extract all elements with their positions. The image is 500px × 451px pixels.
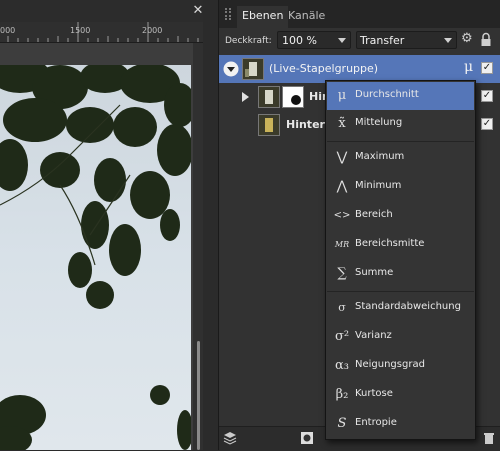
layer-options-row: Deckkraft: 100 % Transfer ⚙ — [219, 28, 500, 54]
menu-item-label: Standardabweichung — [355, 301, 461, 312]
panel-grip-icon[interactable] — [225, 8, 231, 20]
layer-row-live-stack-group[interactable]: (Live-Stapelgruppe) μ ✓ — [219, 55, 500, 83]
menu-separator — [327, 291, 474, 292]
median-icon: x̃ — [338, 116, 346, 131]
horizontal-ruler: 000 1500 2000 — [0, 22, 203, 43]
expand-arrow-icon[interactable] — [242, 92, 249, 102]
mid-range-icon: MR — [334, 240, 350, 249]
menu-item-mittelung[interactable]: x̃ Mittelung — [327, 110, 474, 138]
menu-item-entropie[interactable]: S Entropie — [327, 410, 474, 438]
menu-item-label: Bereichsmitte — [355, 238, 425, 249]
menu-separator — [327, 141, 474, 142]
opacity-field[interactable]: 100 % — [277, 31, 351, 49]
layers-stack-icon[interactable] — [223, 431, 237, 448]
menu-item-durchschnitt[interactable]: μ Durchschnitt — [327, 82, 474, 110]
stack-operator-menu: μ Durchschnitt x̃ Mittelung ⋁ Maximum ⋀ … — [325, 80, 476, 440]
collapse-toggle-icon[interactable] — [223, 61, 239, 77]
minimum-icon: ⋀ — [336, 179, 348, 194]
ruler-label-0: 000 — [0, 26, 16, 35]
add-mask-icon[interactable] — [301, 432, 313, 447]
menu-item-kurtose[interactable]: β₂ Kurtose — [327, 381, 474, 409]
menu-item-label: Bereich — [355, 209, 393, 220]
lock-icon[interactable] — [479, 32, 493, 48]
gear-icon[interactable]: ⚙ — [461, 32, 475, 46]
menu-item-bereichsmitte[interactable]: MR Bereichsmitte — [327, 231, 474, 259]
menu-item-label: Entropie — [355, 417, 397, 428]
layer-thumbnail — [242, 58, 264, 80]
entropy-icon: S — [337, 416, 347, 431]
tab-kanaele[interactable]: Kanäle — [283, 6, 330, 28]
layer-visibility-checkbox[interactable]: ✓ — [481, 62, 493, 74]
layer-thumbnail — [258, 114, 280, 136]
ruler-label-1500: 1500 — [70, 26, 91, 35]
blend-mode-value: Transfer — [360, 34, 405, 47]
menu-item-minimum[interactable]: ⋀ Minimum — [327, 173, 474, 201]
menu-item-maximum[interactable]: ⋁ Maximum — [327, 144, 474, 172]
layer-visibility-checkbox[interactable]: ✓ — [481, 118, 493, 130]
trash-icon[interactable] — [483, 431, 495, 448]
canvas-area[interactable]: ✕ 000 1500 2000 — [0, 0, 203, 450]
blend-mode-select[interactable]: Transfer — [356, 31, 457, 49]
chevron-down-icon[interactable] — [444, 38, 452, 43]
menu-item-bereich[interactable]: <> Bereich — [327, 202, 474, 230]
panel-tab-bar: Ebenen Kanäle — [219, 0, 500, 28]
variance-icon: σ² — [334, 329, 350, 344]
menu-item-label: Kurtose — [355, 388, 393, 399]
mu-icon: μ — [337, 88, 347, 103]
kurtosis-icon: β₂ — [335, 387, 349, 402]
menu-item-varianz[interactable]: σ² Varianz — [327, 323, 474, 351]
layer-mask-thumbnail — [282, 86, 304, 108]
menu-item-summe[interactable]: ∑ Summe — [327, 260, 474, 288]
opacity-label: Deckkraft: — [225, 36, 272, 46]
opacity-value: 100 % — [282, 34, 317, 47]
document-tab-strip: ✕ — [0, 0, 203, 22]
menu-item-label: Varianz — [355, 330, 392, 341]
tree-foliage-image — [0, 65, 191, 450]
ruler-label-2000: 2000 — [142, 26, 163, 35]
sum-icon: ∑ — [337, 266, 347, 281]
sigma-icon: σ — [338, 301, 346, 314]
menu-item-label: Summe — [355, 267, 394, 278]
close-document-icon[interactable]: ✕ — [190, 3, 206, 19]
skewness-icon: α₃ — [335, 358, 349, 373]
menu-item-label: Neigungsgrad — [355, 359, 425, 370]
layer-name: (Live-Stapelgruppe) — [269, 62, 379, 75]
ruler-ticks — [7, 22, 199, 42]
document-image — [0, 65, 191, 450]
chevron-down-icon[interactable] — [338, 38, 346, 43]
menu-item-neigungsgrad[interactable]: α₃ Neigungsgrad — [327, 352, 474, 380]
range-icon: <> — [333, 210, 351, 221]
maximum-icon: ⋁ — [336, 150, 348, 165]
menu-item-label: Maximum — [355, 151, 405, 162]
vertical-scrollbar[interactable] — [193, 43, 203, 450]
menu-item-label: Durchschnitt — [355, 89, 419, 100]
menu-item-label: Minimum — [355, 180, 402, 191]
layer-visibility-checkbox[interactable]: ✓ — [481, 90, 493, 102]
menu-item-standardabweichung[interactable]: σ Standardabweichung — [327, 294, 474, 322]
scrollbar-thumb[interactable] — [197, 341, 200, 450]
menu-item-label: Mittelung — [355, 117, 403, 128]
layer-thumbnail — [258, 86, 280, 108]
tab-ebenen[interactable]: Ebenen — [237, 6, 289, 28]
mu-badge-icon: μ — [464, 59, 474, 75]
